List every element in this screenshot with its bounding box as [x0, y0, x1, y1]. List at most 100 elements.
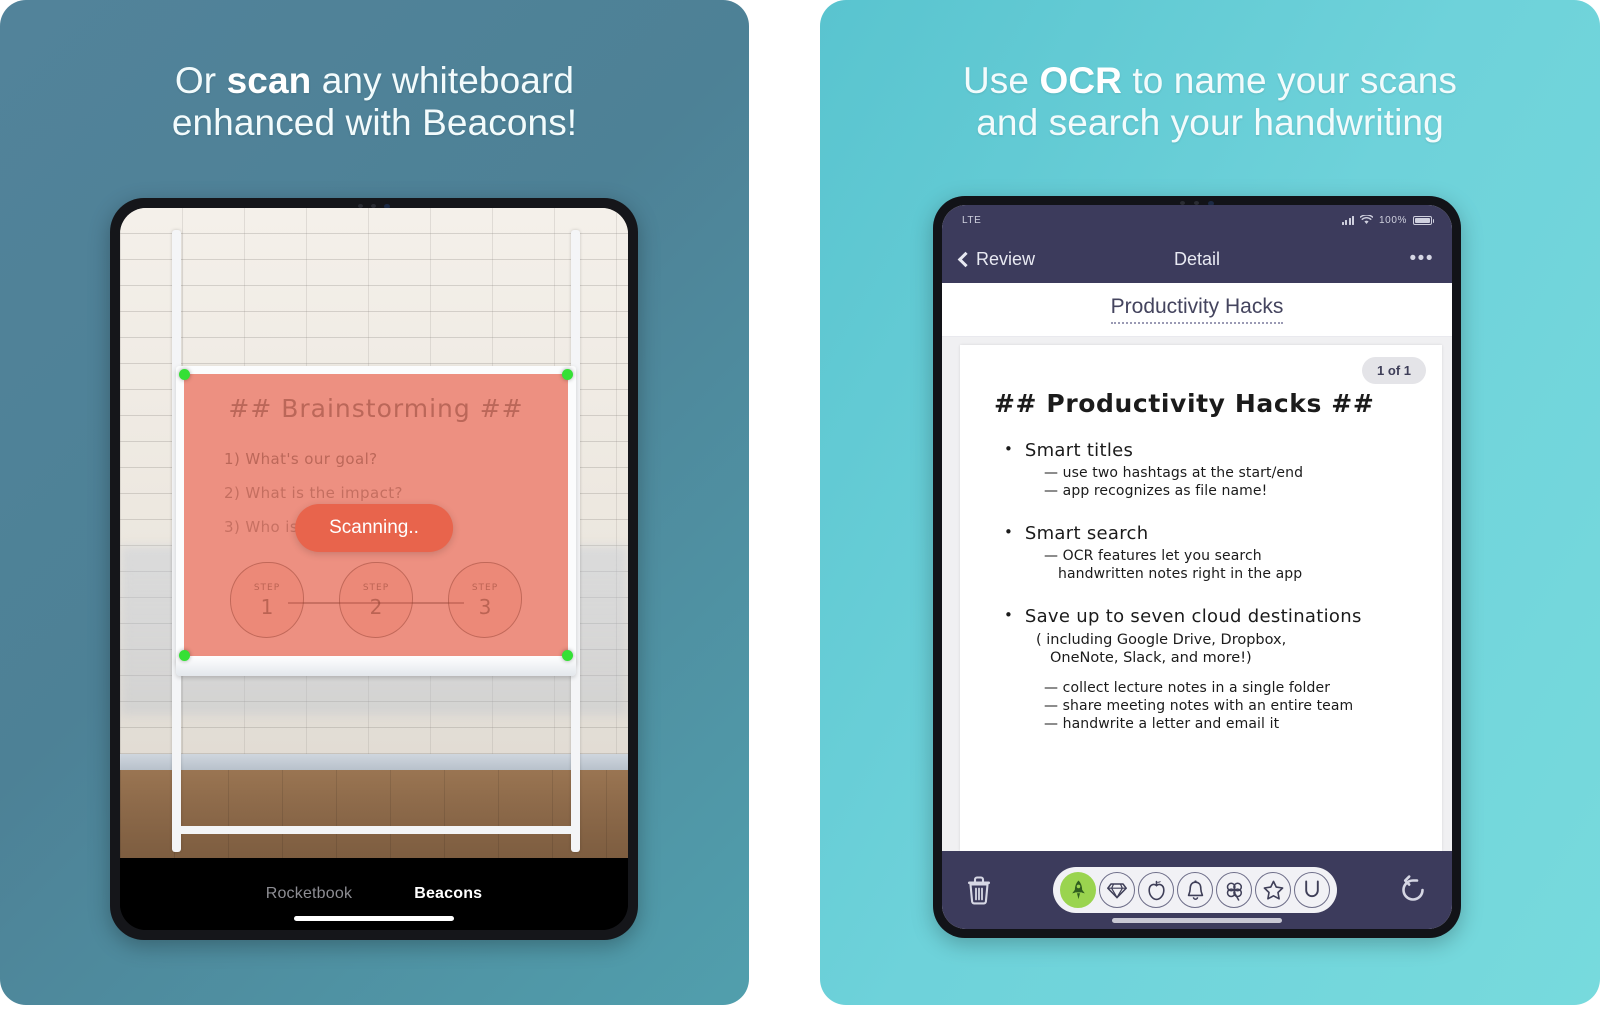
handwritten-heading: ## Productivity Hacks ## — [994, 389, 1375, 418]
right-headline-emphasis: OCR — [1039, 60, 1122, 101]
battery-percent-label: 100% — [1379, 214, 1407, 226]
destination-star[interactable] — [1255, 872, 1291, 908]
home-indicator[interactable] — [294, 916, 454, 921]
scan-corner-handle-top-right[interactable] — [562, 369, 573, 380]
left-tablet-device: ## Brainstorming ## 1) What's our goal? … — [110, 198, 638, 940]
rotate-button[interactable] — [1396, 873, 1430, 907]
scanning-status-pill: Scanning.. — [295, 504, 453, 552]
step-2-label: STEP — [362, 582, 390, 593]
note-bullet-1: • Smart titles — [1004, 440, 1424, 461]
horseshoe-icon — [1305, 880, 1319, 897]
tab-rocketbook[interactable]: Rocketbook — [266, 885, 353, 903]
camera-viewfinder[interactable]: ## Brainstorming ## 1) What's our goal? … — [120, 208, 628, 858]
note-bullet-2-sub-1: — OCR features let you search — [1044, 547, 1262, 564]
carrier-label: LTE — [962, 214, 982, 226]
chevron-left-icon — [957, 251, 974, 267]
home-indicator-right[interactable] — [1112, 918, 1282, 923]
marketing-screenshot-page: Or scan any whiteboard enhanced with Bea… — [0, 0, 1600, 1026]
wifi-icon — [1360, 215, 1374, 224]
wall-baseboard — [120, 754, 628, 770]
back-button[interactable]: Review — [957, 248, 1036, 270]
bullet-dot-icon: • — [1004, 605, 1013, 624]
bullet-dot-icon: • — [1004, 522, 1013, 541]
star-icon — [1263, 880, 1283, 900]
step-3-label: STEP — [471, 582, 499, 593]
right-headline-line2: and search your handwriting — [976, 101, 1444, 143]
note-bullet-2: • Smart search — [1004, 523, 1424, 544]
note-bullet-2-sub-2: handwritten notes right in the app — [1058, 565, 1303, 582]
more-options-icon[interactable]: ••• — [1410, 248, 1434, 270]
wood-floor — [120, 770, 628, 858]
whiteboard-step-1: STEP 1 — [230, 562, 304, 638]
step-2-number: 2 — [369, 594, 383, 619]
right-headline-line1-post: to name your scans — [1121, 60, 1458, 101]
rotate-counterclockwise-icon — [1402, 875, 1424, 901]
easel-marker-tray — [176, 656, 576, 676]
note-spacer-2 — [982, 584, 1424, 606]
trash-icon — [968, 876, 990, 905]
left-headline-line1-post: any whiteboard — [311, 60, 575, 101]
left-promo-card: Or scan any whiteboard enhanced with Bea… — [0, 0, 749, 1005]
note-bullet-1-sub-2: — app recognizes as file name! — [1044, 482, 1268, 499]
left-tablet-screen: ## Brainstorming ## 1) What's our goal? … — [120, 208, 628, 930]
left-headline-line1-pre: Or — [174, 60, 227, 101]
right-headline: Use OCR to name your scans and search yo… — [820, 60, 1600, 144]
destination-horseshoe[interactable] — [1294, 872, 1330, 908]
note-bullet-3-sub-1: — collect lecture notes in a single fold… — [1044, 680, 1331, 697]
bottom-toolbar — [942, 851, 1452, 929]
whiteboard-step-diagram: STEP 1 STEP 2 STEP 3 — [230, 560, 522, 640]
scan-corner-handle-bottom-right[interactable] — [562, 650, 573, 661]
camera-mode-tabbar: Rocketbook Beacons — [120, 858, 628, 930]
document-title-bar: Productivity Hacks — [942, 283, 1452, 337]
step-1-label: STEP — [253, 582, 281, 593]
scanned-page: 1 of 1 ## Productivity Hacks ## • Smart … — [960, 345, 1442, 851]
note-bullet-3-title: Save up to seven cloud destinations — [1024, 605, 1362, 627]
destination-apple[interactable] — [1138, 872, 1174, 908]
note-bullet-3-paren: ( including Google Drive, Dropbox, OneNo… — [1036, 631, 1424, 669]
rocket-icon — [1071, 880, 1085, 900]
note-bullet-3: • Save up to seven cloud destinations — [1004, 606, 1424, 627]
step-3-number: 3 — [478, 594, 492, 619]
document-title[interactable]: Productivity Hacks — [1110, 295, 1284, 324]
back-button-label: Review — [976, 248, 1036, 269]
whiteboard-step-3: STEP 3 — [448, 562, 522, 638]
nav-bar: Review Detail ••• — [942, 235, 1452, 283]
whiteboard-title: ## Brainstorming ## — [228, 394, 524, 423]
note-spacer-1 — [982, 501, 1424, 523]
destination-bell[interactable] — [1177, 872, 1213, 908]
right-tablet-screen: LTE 100% Review Detail ••• Productivity … — [942, 205, 1452, 929]
scan-corner-handle-top-left[interactable] — [179, 369, 190, 380]
note-bullet-1-sub-1: — use two hashtags at the start/end — [1044, 465, 1304, 481]
note-bullet-3-sub-2: — share meeting notes with an entire tea… — [1044, 698, 1354, 715]
status-bar-right-cluster: 100% — [1341, 214, 1434, 226]
battery-icon — [1413, 215, 1434, 225]
delete-button[interactable] — [964, 874, 994, 906]
scanned-page-area[interactable]: 1 of 1 ## Productivity Hacks ## • Smart … — [942, 337, 1452, 851]
step-1-number: 1 — [260, 594, 274, 619]
note-spacer-3 — [982, 668, 1424, 680]
easel-bottom-bar — [176, 826, 576, 834]
left-headline-emphasis: scan — [226, 60, 312, 101]
right-tablet-device: LTE 100% Review Detail ••• Productivity … — [933, 196, 1461, 938]
destination-diamond[interactable] — [1099, 872, 1135, 908]
page-count-badge: 1 of 1 — [1362, 357, 1426, 384]
apple-icon — [1147, 880, 1165, 900]
right-headline-line1-pre: Use — [962, 60, 1040, 101]
status-bar: LTE 100% — [942, 205, 1452, 235]
note-bullet-1-title: Smart titles — [1024, 440, 1134, 461]
note-bullet-3-paren-line2: OneNote, Slack, and more!) — [1050, 650, 1252, 667]
whiteboard-step-2: STEP 2 — [339, 562, 413, 638]
left-headline-line2: enhanced with Beacons! — [171, 101, 578, 143]
diamond-icon — [1107, 882, 1127, 899]
whiteboard-question-1: 1) What's our goal? — [224, 450, 378, 468]
bullet-dot-icon: • — [1004, 440, 1013, 458]
clover-icon — [1226, 882, 1242, 901]
destination-clover[interactable] — [1216, 872, 1252, 908]
tab-beacons[interactable]: Beacons — [414, 885, 482, 903]
whiteboard-question-2: 2) What is the impact? — [224, 484, 403, 502]
scan-corner-handle-bottom-left[interactable] — [179, 650, 190, 661]
right-promo-card: Use OCR to name your scans and search yo… — [820, 0, 1600, 1005]
bell-icon — [1187, 879, 1203, 900]
note-bullet-3-paren-line1: ( including Google Drive, Dropbox, — [1036, 631, 1287, 648]
destination-rocket[interactable] — [1060, 872, 1096, 908]
